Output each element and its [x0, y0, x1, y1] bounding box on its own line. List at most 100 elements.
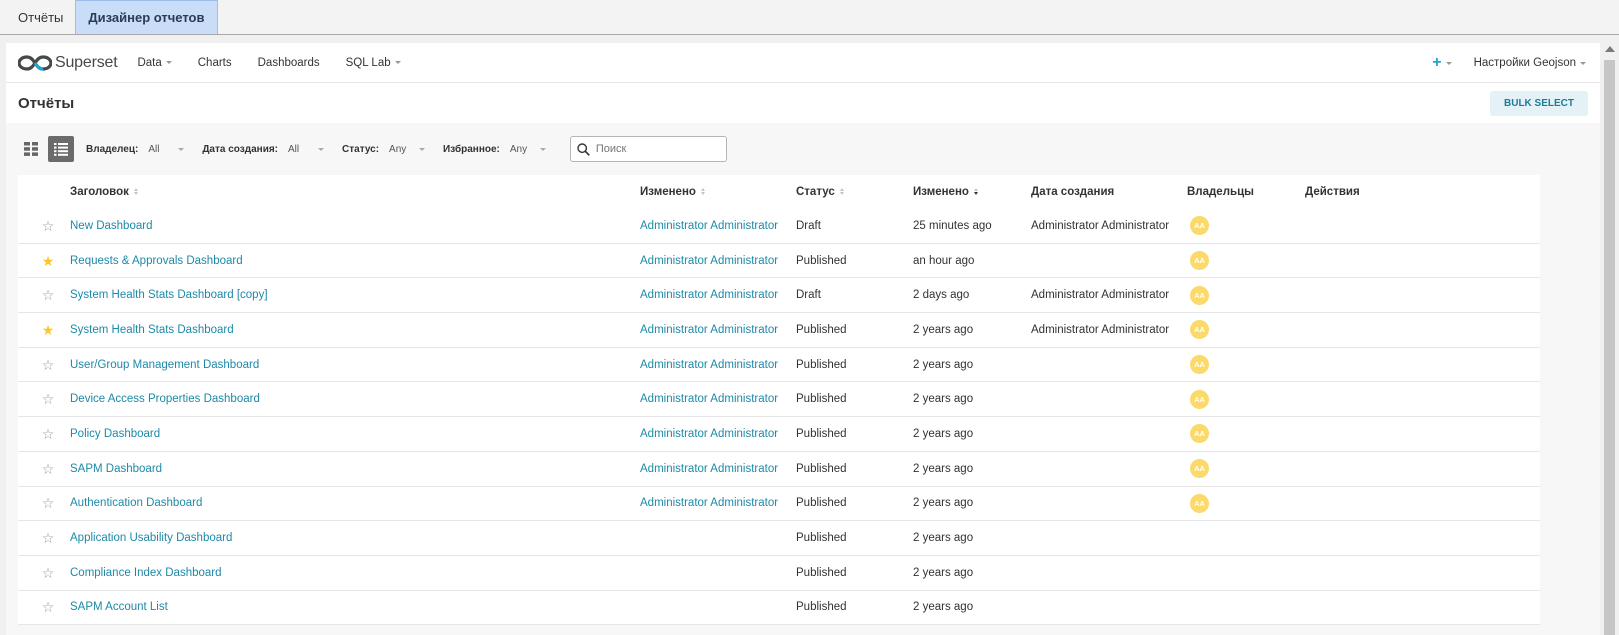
- navbar-right: + Настройки Geojson: [1432, 43, 1586, 83]
- vertical-scrollbar[interactable]: [1601, 43, 1618, 635]
- status-cell: Published: [796, 497, 847, 510]
- sort-icon: [700, 188, 705, 196]
- scroll-up-arrow-icon[interactable]: [1605, 46, 1615, 52]
- modified-by-link[interactable]: Administrator Administrator: [640, 463, 796, 475]
- star-outline-icon: ☆: [41, 530, 55, 547]
- changed-cell: 2 days ago: [913, 289, 970, 302]
- favorite-filter[interactable]: Избранное: Any: [443, 144, 546, 155]
- owners-cell: AA: [1187, 459, 1305, 479]
- new-menu-button[interactable]: +: [1432, 54, 1452, 72]
- modified-by-link[interactable]: Administrator Administrator: [640, 289, 796, 301]
- changed-cell: 2 years ago: [913, 323, 974, 336]
- header-changed[interactable]: Изменено: [913, 186, 1031, 198]
- owners-cell: AA: [1187, 389, 1305, 409]
- favorite-toggle[interactable]: ☆: [18, 358, 70, 372]
- created-date-filter-label: Дата создания:: [202, 143, 279, 155]
- owner-filter[interactable]: Владелец: All: [86, 144, 185, 155]
- favorite-toggle[interactable]: ☆: [18, 288, 70, 302]
- favorite-toggle[interactable]: ★: [18, 323, 70, 337]
- favorite-toggle[interactable]: ☆: [18, 392, 70, 406]
- changed-cell: an hour ago: [913, 254, 975, 267]
- dashboard-title-link[interactable]: SAPM Account List: [70, 601, 640, 613]
- favorite-toggle[interactable]: ☆: [18, 531, 70, 545]
- avatar[interactable]: AA: [1190, 459, 1209, 479]
- star-filled-icon: ★: [41, 252, 55, 269]
- modified-by-link[interactable]: Administrator Administrator: [640, 428, 796, 440]
- changed-cell: 2 years ago: [913, 601, 974, 614]
- modified-by-link[interactable]: Administrator Administrator: [640, 255, 796, 267]
- avatar[interactable]: AA: [1190, 493, 1209, 513]
- table-row: ☆ User/Group Management Dashboard Administ…: [18, 348, 1540, 383]
- dashboard-title-link[interactable]: System Health Stats Dashboard: [70, 324, 640, 336]
- table-row: ☆ SAPM Account List Published 2 years ago: [18, 591, 1540, 626]
- favorite-toggle[interactable]: ☆: [18, 219, 70, 233]
- caret-down-icon: [394, 61, 401, 64]
- status-cell: Published: [796, 254, 847, 267]
- dashboard-title-link[interactable]: New Dashboard: [70, 220, 640, 232]
- header-title[interactable]: Заголовок: [70, 186, 640, 198]
- favorite-toggle[interactable]: ☆: [18, 496, 70, 510]
- dashboard-title-link[interactable]: Compliance Index Dashboard: [70, 567, 640, 579]
- owners-cell: AA: [1187, 251, 1305, 271]
- nav-charts[interactable]: Charts: [198, 57, 232, 69]
- dashboard-title-link[interactable]: System Health Stats Dashboard [copy]: [70, 289, 640, 301]
- header-modified-by[interactable]: Изменено: [640, 186, 796, 198]
- modified-by-link[interactable]: Administrator Administrator: [640, 324, 796, 336]
- star-outline-icon: ☆: [41, 217, 55, 234]
- dashboard-title-link[interactable]: Policy Dashboard: [70, 428, 640, 440]
- list-view-button[interactable]: [48, 136, 74, 162]
- header-created: Дата создания: [1031, 186, 1115, 198]
- modified-by-link[interactable]: Administrator Administrator: [640, 497, 796, 509]
- avatar[interactable]: AA: [1190, 285, 1209, 305]
- modified-by-link[interactable]: Administrator Administrator: [640, 393, 796, 405]
- superset-logo[interactable]: Superset: [18, 53, 118, 72]
- dashboard-title-link[interactable]: SAPM Dashboard: [70, 463, 640, 475]
- changed-cell: 25 minutes ago: [913, 219, 992, 232]
- favorite-toggle[interactable]: ☆: [18, 566, 70, 580]
- settings-menu[interactable]: Настройки Geojson: [1474, 57, 1586, 69]
- table-row: ☆ SAPM Dashboard Administrator Administrat…: [18, 452, 1540, 487]
- favorite-toggle[interactable]: ☆: [18, 600, 70, 614]
- list-icon: [54, 142, 68, 156]
- table-row: ☆ Compliance Index Dashboard Published 2 ye…: [18, 556, 1540, 591]
- created-date-filter[interactable]: Дата создания: All: [202, 143, 325, 155]
- bulk-select-button[interactable]: BULK SELECT: [1490, 90, 1588, 116]
- modified-by-link[interactable]: Administrator Administrator: [640, 359, 796, 371]
- header-status[interactable]: Статус: [796, 186, 913, 198]
- page-title: Отчёты: [18, 94, 75, 112]
- plus-icon: +: [1432, 54, 1442, 71]
- search-box[interactable]: [569, 136, 727, 162]
- brand-name: Superset: [55, 53, 118, 71]
- favorite-toggle[interactable]: ☆: [18, 427, 70, 441]
- dashboard-title-link[interactable]: Application Usability Dashboard: [70, 532, 640, 544]
- nav-dashboards[interactable]: Dashboards: [258, 57, 320, 69]
- header-title-label: Заголовок: [70, 186, 129, 198]
- avatar[interactable]: AA: [1190, 320, 1209, 340]
- nav-data[interactable]: Data: [137, 57, 172, 69]
- dashboard-title-link[interactable]: User/Group Management Dashboard: [70, 359, 640, 371]
- avatar[interactable]: AA: [1190, 424, 1209, 444]
- navbar: Superset Data Charts Dashboards SQL Lab …: [6, 43, 1600, 83]
- dashboard-title-link[interactable]: Device Access Properties Dashboard: [70, 393, 640, 405]
- tab-report-designer[interactable]: Дизайнер отчетов: [75, 0, 218, 34]
- star-outline-icon: ☆: [41, 425, 55, 442]
- dashboard-title-link[interactable]: Authentication Dashboard: [70, 497, 640, 509]
- favorite-toggle[interactable]: ☆: [18, 462, 70, 476]
- search-input[interactable]: [595, 143, 716, 155]
- nav-sql-lab[interactable]: SQL Lab: [346, 57, 401, 69]
- caret-down-icon: [165, 61, 172, 64]
- modified-by-link[interactable]: Administrator Administrator: [640, 220, 796, 232]
- avatar[interactable]: AA: [1190, 251, 1209, 271]
- favorite-toggle[interactable]: ★: [18, 254, 70, 268]
- status-filter[interactable]: Статус: Any: [342, 144, 426, 155]
- avatar[interactable]: AA: [1190, 389, 1209, 409]
- star-outline-icon: ☆: [41, 495, 55, 512]
- dashboard-title-link[interactable]: Requests & Approvals Dashboard: [70, 255, 640, 267]
- nav-sql-lab-label: SQL Lab: [345, 56, 391, 69]
- avatar[interactable]: AA: [1190, 216, 1209, 236]
- tab-reports[interactable]: Отчёты: [6, 0, 75, 34]
- changed-cell: 2 years ago: [913, 566, 974, 579]
- scroll-thumb[interactable]: [1604, 60, 1615, 635]
- avatar[interactable]: AA: [1190, 355, 1209, 375]
- card-view-button[interactable]: [18, 136, 44, 162]
